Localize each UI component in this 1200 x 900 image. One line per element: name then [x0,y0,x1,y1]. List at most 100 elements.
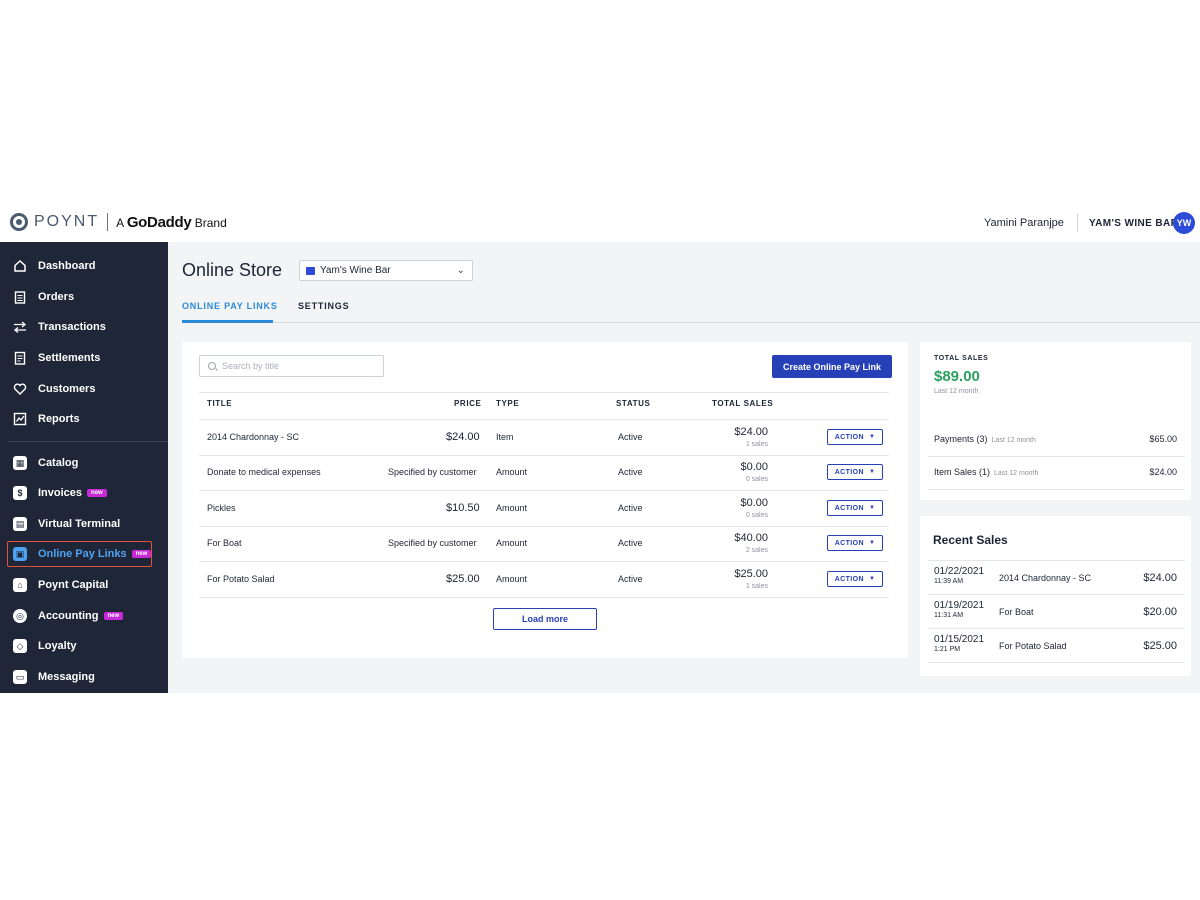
recent-sale-item[interactable]: 01/15/2021 1:21 PM For Potato Salad $25.… [934,634,1177,653]
table-divider [199,392,889,393]
payments-label: Payments (3) [934,434,988,444]
row-status: Active [618,432,643,442]
logo-divider [107,213,109,231]
sidebar-item-label: Dashboard [38,260,96,272]
app-window: POYNT A GoDaddy Brand Yamini Paranjpe YA… [0,204,1200,693]
sale-amount: $24.00 [1143,572,1177,584]
action-button[interactable]: ACTION ▼ [827,429,883,445]
poynt-logo-icon [10,213,28,231]
action-button[interactable]: ACTION ▼ [827,535,883,551]
store-name[interactable]: YAM'S WINE BAR [1089,218,1178,229]
document-icon [13,351,27,365]
header-divider [1077,214,1078,232]
caret-down-icon: ▼ [868,434,876,440]
sidebar-item-label: Catalog [38,457,79,469]
table-divider [199,597,889,598]
create-online-pay-link-button[interactable]: Create Online Pay Link [772,355,892,378]
column-header-price: PRICE [454,399,482,408]
terminal-icon: ▤ [13,517,27,531]
sidebar-item-catalog[interactable]: ▦ Catalog [0,450,168,476]
brand-tagline: A GoDaddy Brand [116,213,227,231]
row-status: Active [618,574,643,584]
search-box[interactable] [199,355,384,377]
caret-down-icon: ▼ [868,540,876,546]
sidebar-item-label: Settlements [38,352,101,364]
sidebar-item-settlements[interactable]: Settlements [0,345,168,371]
sale-date: 01/19/2021 [934,600,985,611]
item-sales-label: Item Sales (1) [934,467,991,477]
sidebar-item-invoices[interactable]: $ Invoices new [0,480,168,506]
search-input[interactable] [222,361,372,371]
new-badge: new [87,489,107,497]
sidebar-item-transactions[interactable]: Transactions [0,314,168,340]
user-name[interactable]: Yamini Paranjpe [984,217,1064,229]
item-sales-period: Last 12 month [994,470,1039,477]
accounting-icon: ◎ [13,609,27,623]
divider [928,594,1185,595]
action-button[interactable]: ACTION ▼ [827,464,883,480]
row-price: Specified by customer [388,467,477,477]
payments-amount: $65.00 [1149,434,1177,444]
sidebar-item-accounting[interactable]: ◎ Accounting new [0,603,168,629]
recent-sale-item[interactable]: 01/22/2021 11:39 AM 2014 Chardonnay - SC… [934,566,1177,585]
store-select-value: Yam's Wine Bar [320,265,391,276]
avatar[interactable]: YW [1173,212,1195,234]
row-type: Amount [496,574,528,584]
divider [928,662,1185,663]
row-type: Amount [496,538,528,548]
tab-settings[interactable]: SETTINGS [298,301,349,311]
sidebar-item-label: Orders [38,291,75,303]
sidebar-item-label: Transactions [38,321,106,333]
message-icon: ▭ [13,670,27,684]
sale-amount: $20.00 [1143,606,1177,618]
total-sales-label: TOTAL SALES [934,355,989,362]
load-more-button[interactable]: Load more [493,608,597,630]
row-title: Pickles [207,503,236,513]
sidebar-item-messaging[interactable]: ▭ Messaging [0,664,168,690]
sidebar-item-reports[interactable]: Reports [0,406,168,432]
row-price: Specified by customer [388,538,477,548]
row-total-sales: $0.00 [740,461,768,473]
column-header-type: TYPE [496,399,520,408]
action-button[interactable]: ACTION ▼ [827,571,883,587]
row-sales-count: 1 sales [745,441,768,448]
row-sales-count: 0 sales [745,476,768,483]
sidebar-item-poynt-capital[interactable]: ⌂ Poynt Capital [0,572,168,598]
sale-name: For Potato Salad [999,641,1067,651]
invoice-icon: $ [13,486,27,500]
sidebar-item-orders[interactable]: Orders [0,284,168,310]
total-sales-amount: $89.00 [934,368,980,385]
row-total-sales: $24.00 [734,426,768,438]
poynt-logo[interactable]: POYNT A GoDaddy Brand [10,213,227,231]
top-bar: POYNT A GoDaddy Brand Yamini Paranjpe YA… [0,204,1200,242]
tab-online-pay-links[interactable]: ONLINE PAY LINKS [182,301,278,311]
item-sales-row: Item Sales (1) Last 12 month $24.00 [934,467,1177,477]
sidebar-item-virtual-terminal[interactable]: ▤ Virtual Terminal [0,511,168,537]
action-button[interactable]: ACTION ▼ [827,500,883,516]
recent-sale-item[interactable]: 01/19/2021 11:31 AM For Boat $20.00 [934,600,1177,619]
sale-name: 2014 Chardonnay - SC [999,573,1092,583]
column-header-title: TITLE [207,399,233,408]
column-header-total-sales: TOTAL SALES [712,399,774,408]
sidebar-item-customers[interactable]: Customers [0,376,168,402]
sidebar-item-loyalty[interactable]: ◇ Loyalty [0,633,168,659]
caret-down-icon: ▼ [868,576,876,582]
store-select[interactable]: Yam's Wine Bar ⌄ [299,260,473,281]
table-divider [199,455,889,456]
chart-icon [13,412,27,426]
recent-sales-card: Recent Sales 01/22/2021 11:39 AM 2014 Ch… [920,516,1191,676]
caret-down-icon: ▼ [868,469,876,475]
pay-links-card: Create Online Pay Link TITLE PRICE TYPE … [182,342,908,658]
tabs-divider [182,322,1200,323]
row-sales-count: 0 sales [745,512,768,519]
sidebar-item-dashboard[interactable]: Dashboard [0,253,168,279]
row-status: Active [618,538,643,548]
tag-icon: ◇ [13,639,27,653]
recent-sales-title: Recent Sales [933,533,1008,547]
row-title: 2014 Chardonnay - SC [207,432,300,442]
row-price: $10.50 [446,502,480,514]
row-title: Donate to medical expenses [207,467,321,477]
row-sales-count: 1 sales [745,583,768,590]
search-icon [208,362,216,370]
sidebar: Dashboard Orders Transactions Settlement… [0,242,168,693]
